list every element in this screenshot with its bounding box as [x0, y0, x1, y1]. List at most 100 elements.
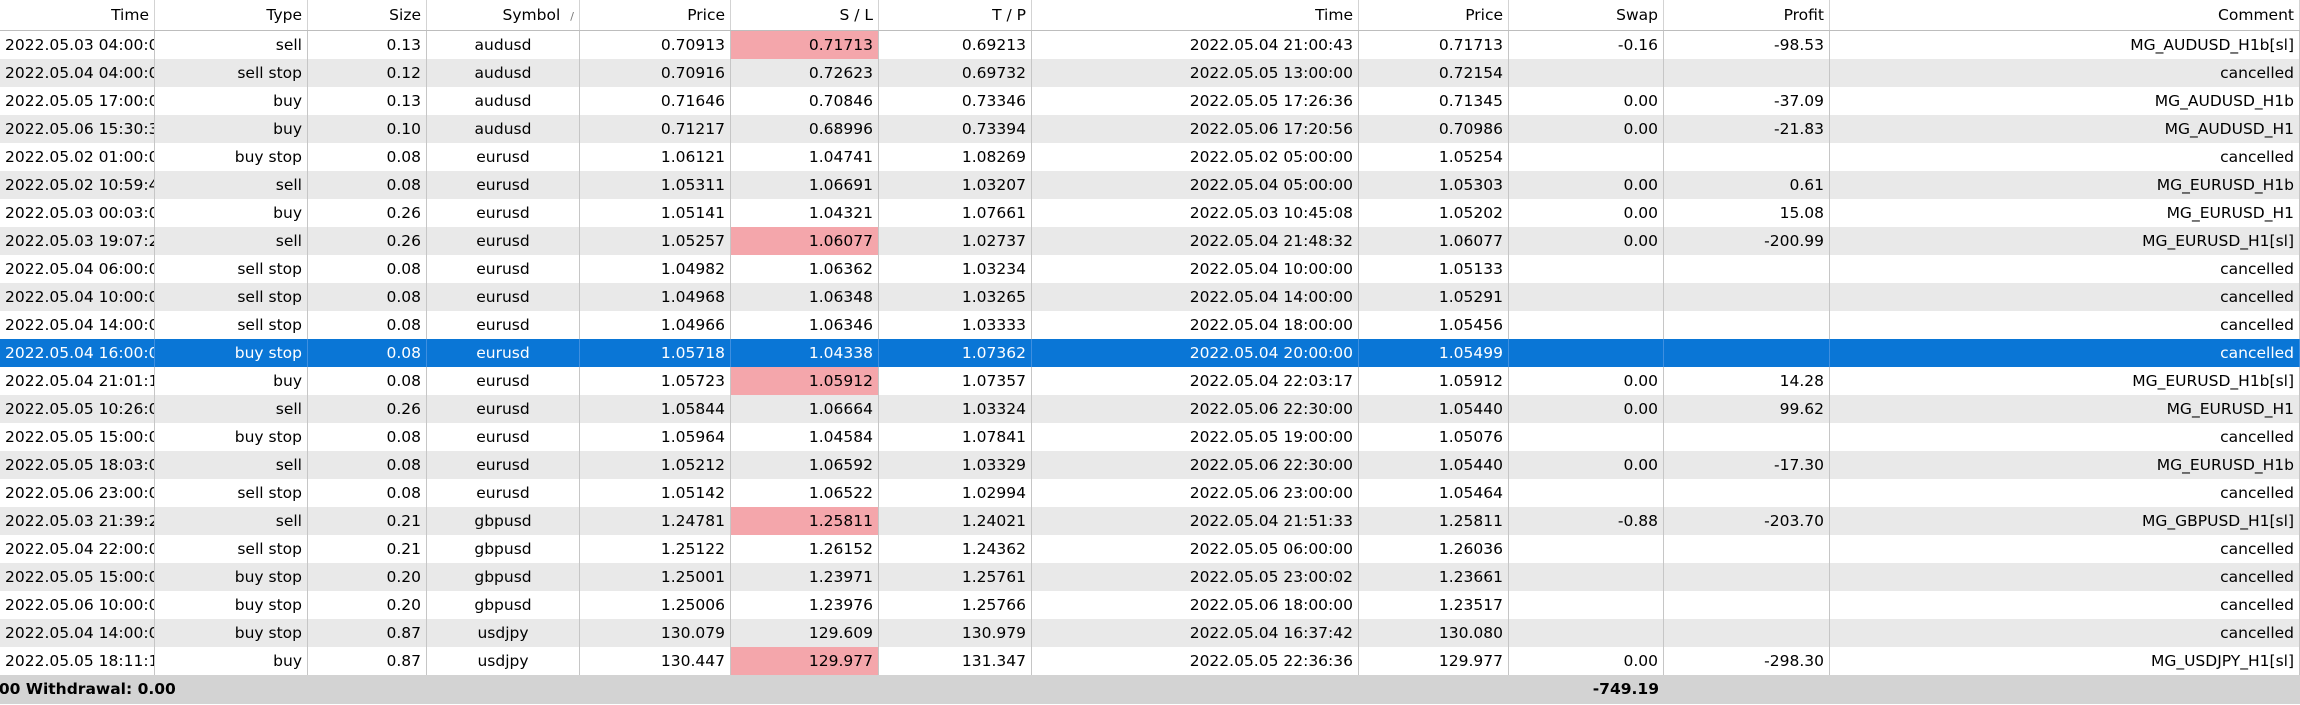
- cell-comment: MG_EURUSD_H1: [1830, 199, 2300, 227]
- cell-time: 2022.05.05 15:00:00: [0, 423, 155, 451]
- column-header-swap[interactable]: Swap: [1509, 0, 1664, 30]
- table-row[interactable]: 2022.05.06 15:30:37 buy 0.10 audusd 0.71217 0…: [0, 115, 2300, 143]
- table-row[interactable]: 2022.05.05 18:03:04 sell 0.08 eurusd 1.05212…: [0, 451, 2300, 479]
- header-label: Time: [1315, 6, 1353, 24]
- cell-sl: 1.06362: [731, 255, 879, 283]
- table-row[interactable]: 2022.05.04 21:01:19 buy 0.08 eurusd 1.05723 1…: [0, 367, 2300, 395]
- cell-type: sell stop: [155, 479, 308, 507]
- table-row[interactable]: 2022.05.03 00:03:06 buy 0.26 eurusd 1.05141 1…: [0, 199, 2300, 227]
- table-row[interactable]: 2022.05.05 18:11:18 buy 0.87 usdjpy 130.447 1…: [0, 647, 2300, 675]
- table-row[interactable]: 2022.05.04 14:00:00 buy stop 0.87 usdjpy 130…: [0, 619, 2300, 647]
- cell-size: 0.08: [308, 283, 427, 311]
- cell-type: buy: [155, 647, 308, 675]
- column-header-sl[interactable]: S / L: [731, 0, 879, 30]
- cell-close-time: 2022.05.04 21:48:32: [1032, 227, 1359, 255]
- column-header-symbol[interactable]: Symbol /: [427, 0, 580, 30]
- cell-close-price: 1.05303: [1359, 171, 1509, 199]
- table-row[interactable]: 2022.05.05 17:00:00 buy 0.13 audusd 0.71646 0…: [0, 87, 2300, 115]
- cell-sl: 1.06522: [731, 479, 879, 507]
- cell-profit: 99.62: [1664, 395, 1830, 423]
- column-header-time[interactable]: Time: [0, 0, 155, 30]
- cell-sl: 0.71713: [731, 31, 879, 59]
- cell-comment: cancelled: [1830, 59, 2300, 87]
- cell-sl: 1.06346: [731, 311, 879, 339]
- cell-time: 2022.05.03 04:00:00: [0, 31, 155, 59]
- column-header-close-price[interactable]: Price: [1359, 0, 1509, 30]
- column-header-tp[interactable]: T / P: [879, 0, 1032, 30]
- table-row[interactable]: 2022.05.05 10:26:02 sell 0.26 eurusd 1.05844…: [0, 395, 2300, 423]
- column-header-profit[interactable]: Profit: [1664, 0, 1830, 30]
- cell-sl: 0.68996: [731, 115, 879, 143]
- table-row[interactable]: 2022.05.05 15:00:00 buy stop 0.08 eurusd 1.0…: [0, 423, 2300, 451]
- cell-close-time: 2022.05.05 06:00:00: [1032, 535, 1359, 563]
- column-header-price[interactable]: Price: [580, 0, 731, 30]
- cell-symbol: eurusd: [427, 311, 580, 339]
- cell-size: 0.87: [308, 647, 427, 675]
- cell-size: 0.21: [308, 507, 427, 535]
- cell-close-time: 2022.05.04 14:00:00: [1032, 283, 1359, 311]
- column-header-comment[interactable]: Comment: [1830, 0, 2300, 30]
- table-row[interactable]: 2022.05.06 10:00:00 buy stop 0.20 gbpusd 1.2…: [0, 591, 2300, 619]
- cell-price: 1.25006: [580, 591, 731, 619]
- summary-balance-text: .00 Withdrawal: 0.00: [0, 680, 176, 698]
- cell-time: 2022.05.04 10:00:00: [0, 283, 155, 311]
- cell-comment: cancelled: [1830, 619, 2300, 647]
- cell-price: 1.05844: [580, 395, 731, 423]
- column-header-type[interactable]: Type: [155, 0, 308, 30]
- table-row[interactable]: 2022.05.02 01:00:00 buy stop 0.08 eurusd 1.0…: [0, 143, 2300, 171]
- cell-price: 1.05964: [580, 423, 731, 451]
- cell-swap: -0.16: [1509, 31, 1664, 59]
- cell-price: 1.05141: [580, 199, 731, 227]
- cell-symbol: usdjpy: [427, 647, 580, 675]
- cell-price: 0.71646: [580, 87, 731, 115]
- cell-tp: 1.03265: [879, 283, 1032, 311]
- cell-tp: 0.73346: [879, 87, 1032, 115]
- cell-profit: [1664, 479, 1830, 507]
- cell-profit: [1664, 423, 1830, 451]
- table-row[interactable]: 2022.05.06 23:00:00 sell stop 0.08 eurusd 1.…: [0, 479, 2300, 507]
- cell-comment: MG_EURUSD_H1b[sl]: [1830, 367, 2300, 395]
- cell-close-time: 2022.05.02 05:00:00: [1032, 143, 1359, 171]
- cell-price: 1.05142: [580, 479, 731, 507]
- table-row[interactable]: 2022.05.05 15:00:00 buy stop 0.20 gbpusd 1.2…: [0, 563, 2300, 591]
- cell-profit: -21.83: [1664, 115, 1830, 143]
- table-row[interactable]: 2022.05.03 04:00:00 sell 0.13 audusd 0.70913…: [0, 31, 2300, 59]
- cell-close-time: 2022.05.04 18:00:00: [1032, 311, 1359, 339]
- cell-time: 2022.05.02 10:59:42: [0, 171, 155, 199]
- cell-sl: 0.72623: [731, 59, 879, 87]
- table-row[interactable]: 2022.05.03 19:07:27 sell 0.26 eurusd 1.05257…: [0, 227, 2300, 255]
- cell-tp: 1.07357: [879, 367, 1032, 395]
- cell-type: sell: [155, 171, 308, 199]
- cell-sl: 1.04321: [731, 199, 879, 227]
- cell-comment: cancelled: [1830, 311, 2300, 339]
- table-row[interactable]: 2022.05.02 10:59:42 sell 0.08 eurusd 1.05311…: [0, 171, 2300, 199]
- cell-profit: -98.53: [1664, 31, 1830, 59]
- cell-close-price: 1.06077: [1359, 227, 1509, 255]
- cell-comment: MG_EURUSD_H1: [1830, 395, 2300, 423]
- cell-sl: 1.06664: [731, 395, 879, 423]
- cell-symbol: audusd: [427, 31, 580, 59]
- header-label: Price: [687, 6, 725, 24]
- header-label: Type: [266, 6, 302, 24]
- cell-tp: 0.69732: [879, 59, 1032, 87]
- cell-tp: 1.07661: [879, 199, 1032, 227]
- table-row[interactable]: 2022.05.04 04:00:00 sell stop 0.12 audusd 0.…: [0, 59, 2300, 87]
- cell-profit: [1664, 59, 1830, 87]
- column-header-size[interactable]: Size: [308, 0, 427, 30]
- cell-size: 0.21: [308, 535, 427, 563]
- cell-tp: 1.02994: [879, 479, 1032, 507]
- table-row[interactable]: 2022.05.04 14:00:00 sell stop 0.08 eurusd 1.…: [0, 311, 2300, 339]
- column-header-close-time[interactable]: Time: [1032, 0, 1359, 30]
- trade-history-grid[interactable]: Time Type Size Symbol / Price S / L T / P…: [0, 0, 2300, 704]
- cell-type: sell: [155, 395, 308, 423]
- cell-close-price: 1.05499: [1359, 339, 1509, 367]
- table-row[interactable]: 2022.05.04 10:00:00 sell stop 0.08 eurusd 1.…: [0, 283, 2300, 311]
- table-row[interactable]: 2022.05.04 22:00:00 sell stop 0.21 gbpusd 1.…: [0, 535, 2300, 563]
- table-row[interactable]: 2022.05.03 21:39:23 sell 0.21 gbpusd 1.24781…: [0, 507, 2300, 535]
- cell-price: 1.25001: [580, 563, 731, 591]
- cell-tp: 1.03324: [879, 395, 1032, 423]
- cell-profit: [1664, 311, 1830, 339]
- table-row-selected[interactable]: 2022.05.04 16:00:00 buy stop 0.08 eurusd 1.0…: [0, 339, 2300, 367]
- table-row[interactable]: 2022.05.04 06:00:00 sell stop 0.08 eurusd 1.…: [0, 255, 2300, 283]
- cell-time: 2022.05.05 18:03:04: [0, 451, 155, 479]
